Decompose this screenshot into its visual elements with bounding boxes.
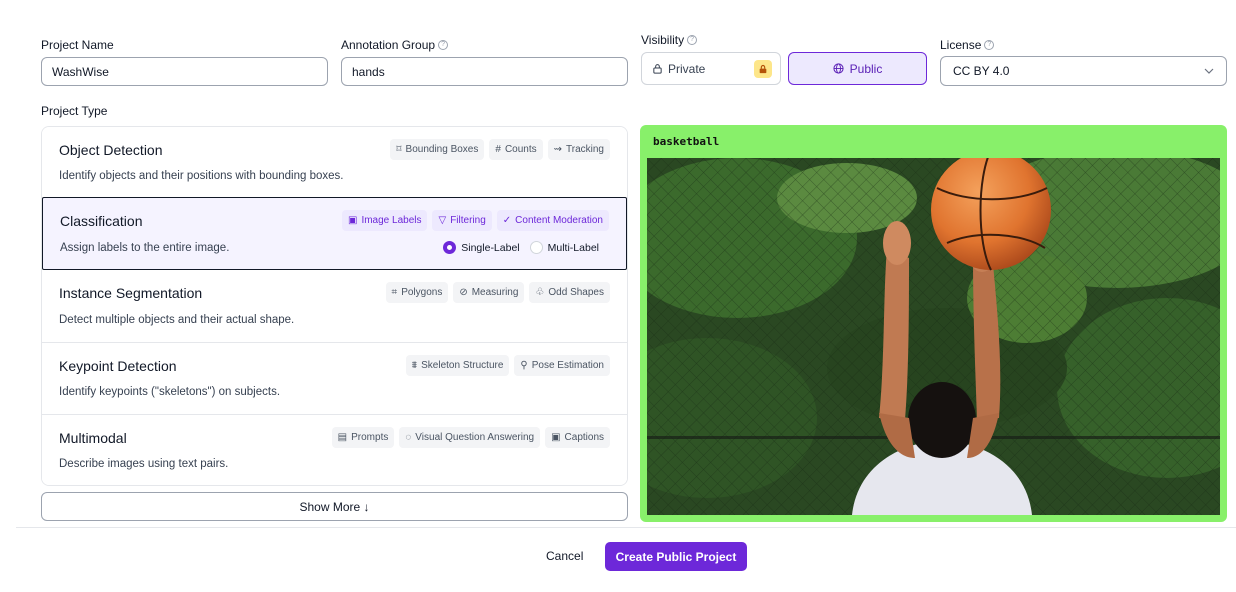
tag-tracking: ⇝ Tracking — [547, 139, 610, 160]
image-icon: ▣ — [347, 215, 358, 226]
project-type-description: Describe images using text pairs. — [59, 458, 229, 470]
project-type-keypoint-detection[interactable]: Keypoint Detection Identify keypoints ("… — [42, 342, 627, 414]
project-type-label: Project Type — [41, 104, 108, 118]
radio-selected-icon — [443, 241, 457, 254]
preview-class-label: basketball — [653, 135, 720, 148]
tag-prompts: ▤ Prompts — [331, 427, 395, 448]
tag-measuring: ⊘ Measuring — [453, 282, 525, 303]
polygon-icon: ⌗ — [391, 287, 398, 298]
visibility-public-button[interactable]: Public — [788, 52, 927, 85]
hash-icon: # — [495, 144, 501, 155]
image-caption-icon: ▣ — [551, 432, 561, 443]
multi-label-radio[interactable]: Multi-Label — [529, 241, 599, 254]
chat-bubble-icon: ◌ — [405, 432, 412, 443]
footer-divider — [16, 527, 1236, 528]
project-type-title: Object Detection — [59, 142, 163, 158]
visibility-private-button[interactable]: Private — [641, 52, 781, 85]
license-select[interactable]: CC BY 4.0 — [940, 56, 1227, 86]
project-type-description: Identify objects and their positions wit… — [59, 170, 344, 182]
check-icon: ✓ — [502, 215, 512, 226]
tag-content-moderation: ✓ Content Moderation — [496, 210, 609, 231]
project-type-title: Multimodal — [59, 430, 127, 446]
tracking-icon: ⇝ — [553, 144, 563, 155]
tag-group: ⌑ Bounding Boxes # Counts ⇝ Tracking — [390, 139, 610, 160]
project-type-object-detection[interactable]: Object Detection Identify objects and th… — [42, 127, 627, 198]
message-square-icon: ▤ — [337, 432, 348, 443]
filter-icon: ▽ — [438, 215, 447, 226]
project-type-multimodal[interactable]: Multimodal Describe images using text pa… — [42, 414, 627, 485]
license-label: License ? — [940, 38, 995, 52]
project-type-title: Instance Segmentation — [59, 285, 203, 301]
radio-unselected-icon — [529, 241, 543, 254]
project-name-label: Project Name — [41, 38, 114, 52]
skeleton-icon: ⩩ — [411, 360, 418, 371]
tag-odd-shapes: ♧ Odd Shapes — [529, 282, 610, 303]
visibility-label: Visibility ? — [641, 33, 698, 47]
tag-image-labels: ▣ Image Labels — [341, 210, 428, 231]
classification-preview: basketball — [640, 125, 1227, 522]
help-icon[interactable]: ? — [687, 35, 698, 45]
tag-counts: # Counts — [489, 139, 543, 160]
show-more-button[interactable]: Show More ↓ — [41, 492, 628, 521]
tag-filtering: ▽ Filtering — [432, 210, 492, 231]
project-type-description: Assign labels to the entire image. — [60, 242, 230, 254]
project-type-description: Detect multiple objects and their actual… — [59, 314, 295, 326]
bounding-box-icon: ⌑ — [396, 144, 402, 155]
preview-image — [647, 158, 1220, 515]
help-icon[interactable]: ? — [438, 40, 449, 50]
project-type-title: Classification — [60, 213, 143, 229]
tag-group: ⩩ Skeleton Structure ⚲ Pose Estimation — [405, 355, 610, 376]
label-mode-radio-group: Single-Label Multi-Label — [443, 241, 599, 254]
lock-outline-icon — [653, 64, 662, 74]
project-type-description: Identify keypoints ("skeletons") on subj… — [59, 386, 281, 398]
tag-pose-estimation: ⚲ Pose Estimation — [514, 355, 610, 376]
tag-visual-question-answering: ◌ Visual Question Answering — [399, 427, 541, 448]
chevron-down-icon — [1204, 68, 1214, 74]
single-label-radio[interactable]: Single-Label — [443, 241, 520, 254]
tag-group: ⌗ Polygons ⊘ Measuring ♧ Odd Shapes — [385, 282, 610, 303]
globe-icon — [833, 63, 844, 74]
lock-badge-icon — [754, 60, 772, 78]
project-type-list: Object Detection Identify objects and th… — [41, 126, 628, 486]
tag-captions: ▣ Captions — [545, 427, 610, 448]
tag-polygons: ⌗ Polygons — [385, 282, 449, 303]
person-running-icon: ⚲ — [520, 360, 528, 371]
tag-bounding-boxes: ⌑ Bounding Boxes — [390, 139, 485, 160]
create-project-button[interactable]: Create Public Project — [605, 542, 747, 571]
annotation-group-input[interactable]: hands — [341, 57, 628, 86]
annotation-group-label: Annotation Group ? — [341, 38, 449, 52]
tag-group: ▤ Prompts ◌ Visual Question Answering ▣ Cap… — [331, 427, 610, 448]
project-name-input[interactable]: WashWise — [41, 57, 328, 86]
tag-skeleton-structure: ⩩ Skeleton Structure — [405, 355, 510, 376]
cancel-button[interactable]: Cancel — [546, 549, 583, 563]
project-type-title: Keypoint Detection — [59, 358, 177, 374]
ruler-icon: ⊘ — [459, 287, 468, 298]
project-type-instance-segmentation[interactable]: Instance Segmentation Detect multiple ob… — [42, 270, 627, 342]
project-type-classification[interactable]: Classification Assign labels to the enti… — [42, 197, 627, 270]
shapes-icon: ♧ — [535, 287, 545, 298]
tag-group: ▣ Image Labels ▽ Filtering ✓ Content Modera… — [341, 210, 609, 231]
help-icon[interactable]: ? — [984, 40, 995, 50]
